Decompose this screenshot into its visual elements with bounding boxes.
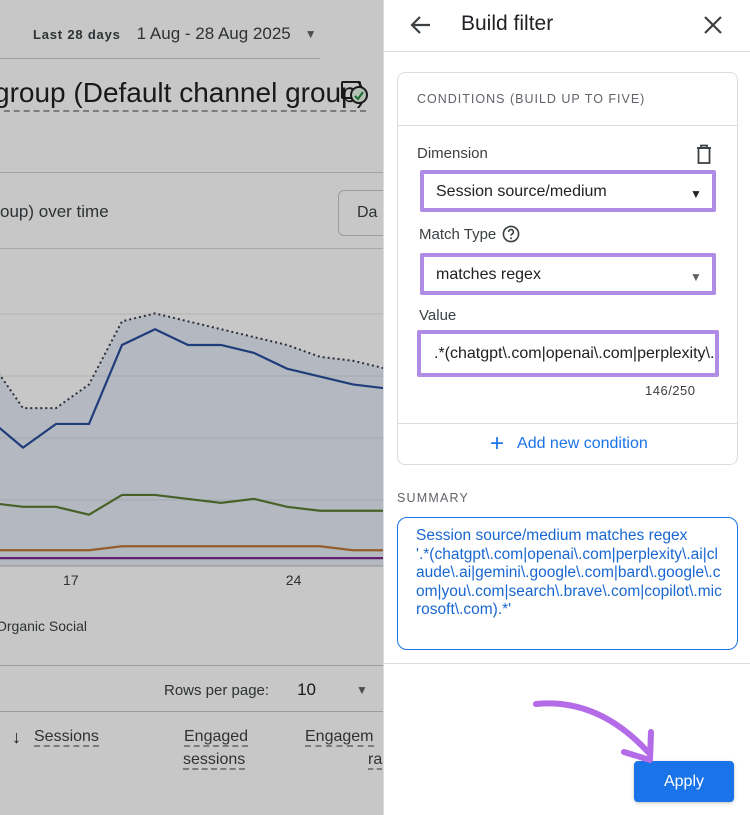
column-header-engaged-sessions-line2: sessions bbox=[183, 751, 246, 770]
divider bbox=[0, 711, 383, 712]
dimension-select[interactable]: Session source/medium ▼ bbox=[420, 170, 716, 212]
summary-box: Session source/medium matches regex '.*(… bbox=[397, 517, 738, 650]
date-range-value: 1 Aug - 28 Aug 2025 bbox=[136, 24, 291, 43]
column-header-sessions[interactable]: Sessions bbox=[34, 728, 99, 747]
close-icon[interactable] bbox=[700, 12, 726, 38]
character-counter: 146/250 bbox=[645, 383, 696, 398]
rows-per-page[interactable]: Rows per page: 10 ▼ bbox=[164, 680, 368, 700]
divider bbox=[0, 665, 383, 666]
dimension-select-value: Session source/medium bbox=[436, 183, 607, 200]
caret-down-icon: ▼ bbox=[690, 187, 702, 201]
column-header-engagement-rate-line2: ra bbox=[368, 751, 383, 770]
match-type-label-text: Match Type bbox=[419, 225, 497, 243]
add-new-condition-button[interactable]: + Add new condition bbox=[490, 430, 648, 457]
help-icon[interactable] bbox=[502, 225, 520, 243]
date-range-label: Last 28 days bbox=[33, 26, 121, 42]
caret-down-icon: ▼ bbox=[355, 683, 368, 697]
back-arrow-icon[interactable] bbox=[408, 12, 434, 38]
conditions-header: CONDITIONS (BUILD UP TO FIVE) bbox=[398, 73, 737, 126]
column-header-engaged-sessions[interactable]: Engaged bbox=[184, 728, 249, 747]
panel-title: Build filter bbox=[461, 12, 554, 35]
summary-label: SUMMARY bbox=[397, 491, 470, 505]
sort-descending-icon[interactable]: ↓ bbox=[12, 727, 21, 748]
summary-regex: '.*(chatgpt\.com|openai\.com|perplexity\… bbox=[416, 545, 722, 619]
dimension-label: Dimension bbox=[417, 145, 488, 162]
rows-per-page-label: Rows per page: bbox=[164, 681, 270, 699]
apply-button[interactable]: Apply bbox=[634, 761, 734, 802]
match-type-select-value: matches regex bbox=[436, 266, 541, 283]
add-new-condition-label: Add new condition bbox=[517, 435, 648, 452]
report-background: Last 28 days 1 Aug - 28 Aug 2025 ▼ group… bbox=[0, 0, 383, 815]
chart-x-tick-label: 17 bbox=[63, 572, 79, 588]
value-label: Value bbox=[419, 307, 457, 324]
chart-title: oup) over time bbox=[0, 202, 109, 221]
rows-per-page-value: 10 bbox=[297, 680, 316, 699]
panel-header: Build filter bbox=[384, 0, 750, 52]
value-input[interactable]: .*(chatgpt\.com|openai\.com|perplexity\.… bbox=[417, 330, 719, 377]
report-title: group (Default channel group) bbox=[0, 76, 367, 112]
divider bbox=[0, 172, 383, 173]
build-filter-panel: Build filter CONDITIONS (BUILD UP TO FIV… bbox=[383, 0, 750, 815]
conditions-card: CONDITIONS (BUILD UP TO FIVE) Dimension … bbox=[397, 72, 738, 465]
plus-icon: + bbox=[490, 430, 505, 457]
chart-x-tick-label: 24 bbox=[286, 572, 302, 588]
divider bbox=[384, 663, 750, 664]
divider bbox=[0, 58, 320, 59]
column-header-engagement-rate[interactable]: Engagem bbox=[305, 728, 374, 747]
value-input-text: .*(chatgpt\.com|openai\.com|perplexity\.… bbox=[434, 345, 715, 362]
date-grain-button[interactable]: Da bbox=[338, 190, 383, 236]
caret-down-icon: ▼ bbox=[690, 270, 702, 284]
trash-icon[interactable] bbox=[694, 143, 714, 165]
summary-lead: Session source/medium matches regex bbox=[416, 527, 688, 544]
compare-chart-icon[interactable] bbox=[340, 80, 370, 106]
caret-down-icon: ▼ bbox=[304, 27, 317, 41]
sessions-line-chart: 17 24 bbox=[0, 312, 383, 588]
divider bbox=[0, 248, 383, 249]
match-type-select[interactable]: matches regex ▼ bbox=[420, 253, 716, 295]
match-type-label: Match Type bbox=[419, 225, 520, 243]
add-condition-row: + Add new condition bbox=[398, 423, 737, 465]
date-range-selector[interactable]: Last 28 days 1 Aug - 28 Aug 2025 ▼ bbox=[33, 24, 317, 44]
chart-legend-organic-social: Organic Social bbox=[0, 618, 88, 634]
